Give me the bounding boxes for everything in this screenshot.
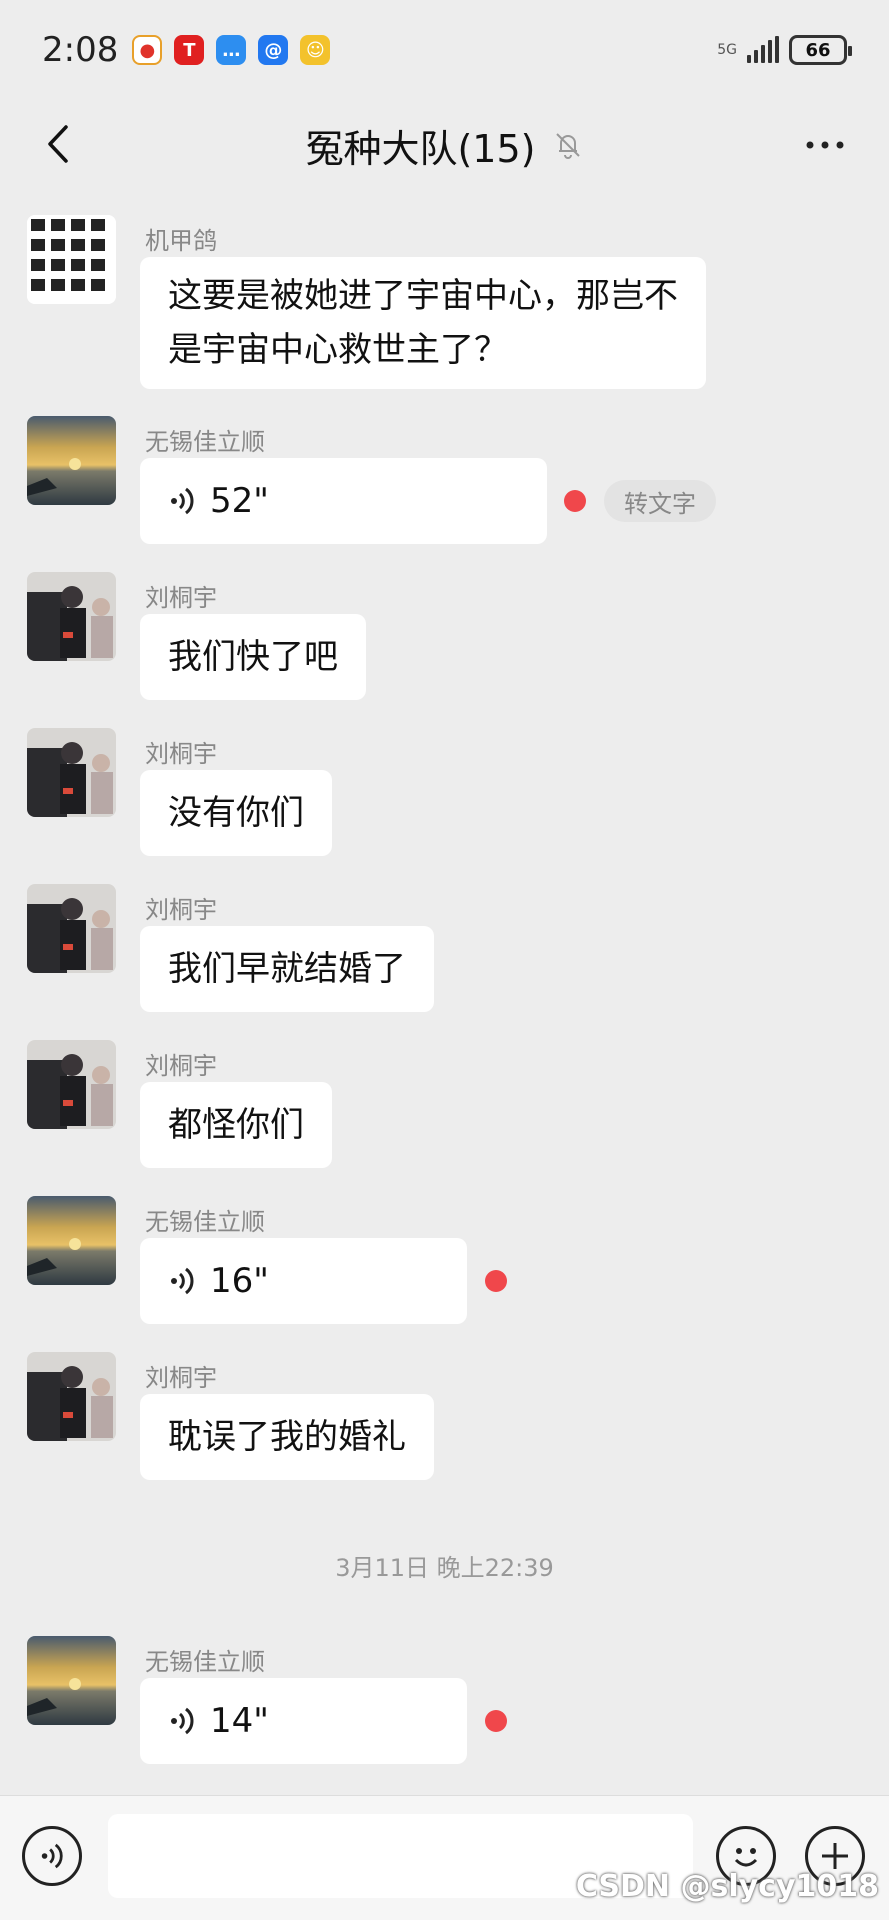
sender-name: 无锡佳立顺 xyxy=(145,1648,265,1676)
avatar[interactable] xyxy=(27,1352,116,1441)
sender-name: 刘桐宇 xyxy=(145,1364,217,1392)
avatar[interactable] xyxy=(27,1196,116,1285)
notification-icons: ● T … @ ☺ xyxy=(132,35,331,65)
icon-grid-avatar-image xyxy=(27,215,116,304)
group-photo-avatar-image xyxy=(27,572,116,661)
group-photo-avatar-image xyxy=(27,884,116,973)
chevron-left-icon xyxy=(48,125,68,163)
avatar[interactable] xyxy=(27,884,116,973)
voice-wave-icon xyxy=(168,1705,196,1737)
message-bubble[interactable]: 我们快了吧 xyxy=(140,614,366,700)
avatar[interactable] xyxy=(27,416,116,505)
plus-icon xyxy=(822,1843,848,1869)
voice-wave-icon xyxy=(41,1843,63,1869)
avatar[interactable] xyxy=(27,1040,116,1129)
more-dots-icon xyxy=(806,141,844,149)
tesla-icon: T xyxy=(174,35,205,65)
voice-duration: 14" xyxy=(210,1701,269,1741)
convert-to-text-button[interactable]: 转文字 xyxy=(604,480,716,522)
voice-wave-icon xyxy=(168,485,196,517)
group-photo-avatar-image xyxy=(27,1352,116,1441)
unread-dot xyxy=(564,490,586,512)
muted-bell-icon xyxy=(555,133,580,159)
chat-header: 冤种大队(15) xyxy=(0,100,889,190)
back-button[interactable] xyxy=(36,122,80,166)
chat-input-bar: CSDN @slycy1018 xyxy=(0,1795,889,1920)
watermark: CSDN @slycy1018 xyxy=(575,1869,879,1904)
message-bubble[interactable]: 都怪你们 xyxy=(140,1082,332,1168)
voice-message-bubble[interactable]: 52" xyxy=(140,458,547,544)
chat-title: 冤种大队(15) xyxy=(305,126,536,171)
message-bubble[interactable]: 没有你们 xyxy=(140,770,332,856)
unread-dot xyxy=(485,1710,507,1732)
message-bubble[interactable]: 这要是被她进了宇宙中心，那岂不 是宇宙中心救世主了？ xyxy=(140,257,706,389)
avatar[interactable] xyxy=(27,728,116,817)
avatar[interactable] xyxy=(27,572,116,661)
weibo-icon: ● xyxy=(132,35,163,65)
sender-name: 刘桐宇 xyxy=(145,740,217,768)
voice-wave-icon xyxy=(168,1265,196,1297)
battery-level: 66 xyxy=(805,39,831,61)
more-options-button[interactable] xyxy=(803,125,847,165)
message-app-icon: … xyxy=(216,35,247,65)
sunset-avatar-image xyxy=(27,1636,116,1725)
sunset-avatar-image xyxy=(27,416,116,505)
message-bubble[interactable]: 耽误了我的婚礼 xyxy=(140,1394,434,1480)
voice-message-bubble[interactable]: 14" xyxy=(140,1678,467,1764)
sender-name: 刘桐宇 xyxy=(145,1052,217,1080)
sender-name: 无锡佳立顺 xyxy=(145,428,265,456)
message-text: 耽误了我的婚礼 xyxy=(168,1417,406,1457)
message-text: 我们快了吧 xyxy=(168,637,338,677)
voice-message-bubble[interactable]: 16" xyxy=(140,1238,467,1324)
voice-input-button[interactable] xyxy=(22,1826,82,1886)
sender-name: 机甲鸽 xyxy=(145,227,217,255)
message-text: 都怪你们 xyxy=(168,1105,304,1145)
group-photo-avatar-image xyxy=(27,1040,116,1129)
network-type: 5G xyxy=(717,42,737,58)
sunset-avatar-image xyxy=(27,1196,116,1285)
unread-dot xyxy=(485,1270,507,1292)
game-app-icon: ☺ xyxy=(300,35,331,65)
sender-name: 刘桐宇 xyxy=(145,584,217,612)
voice-duration: 52" xyxy=(210,481,269,521)
group-photo-avatar-image xyxy=(27,728,116,817)
sender-name: 无锡佳立顺 xyxy=(145,1208,265,1236)
message-text: 没有你们 xyxy=(168,793,304,833)
battery-icon: 66 xyxy=(789,35,852,65)
status-right: 5G 66 xyxy=(717,35,852,65)
status-bar: 2:08 ● T … @ ☺ 5G 66 xyxy=(0,0,889,100)
message-text: 我们早就结婚了 xyxy=(168,949,406,989)
browser-icon: @ xyxy=(258,35,289,65)
message-text: 是宇宙中心救世主了？ xyxy=(168,330,508,370)
avatar[interactable] xyxy=(27,215,116,304)
signal-icon xyxy=(747,36,779,63)
message-text: 这要是被她进了宇宙中心，那岂不 xyxy=(168,276,678,316)
chat-timestamp: 3月11日 晚上22:39 xyxy=(335,1554,554,1582)
sender-name: 刘桐宇 xyxy=(145,896,217,924)
avatar[interactable] xyxy=(27,1636,116,1725)
voice-duration: 16" xyxy=(210,1261,269,1301)
status-time: 2:08 xyxy=(42,30,119,70)
message-bubble[interactable]: 我们早就结婚了 xyxy=(140,926,434,1012)
